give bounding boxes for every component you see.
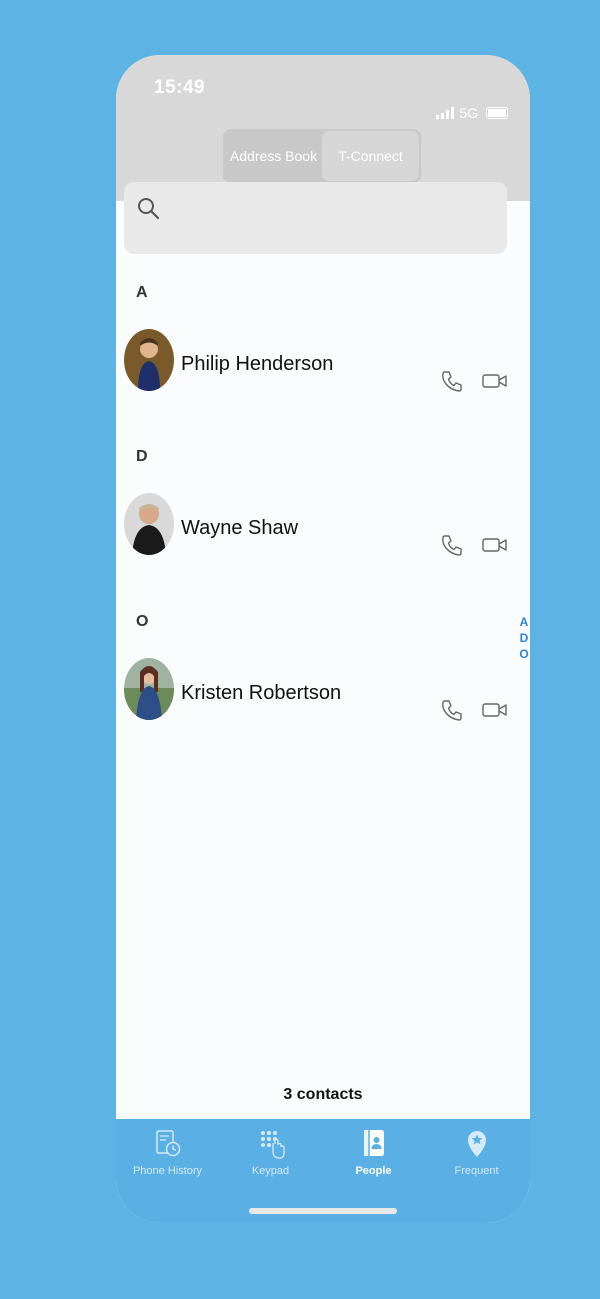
phone-call-icon[interactable] [440,369,464,393]
signal-icon [436,107,455,119]
avatar [124,658,174,720]
video-call-icon[interactable] [482,535,508,555]
phone-screen: 15:49 5G Address Book T-Connect A Philip… [116,55,530,1223]
battery-icon [486,107,508,119]
contacts-icon [363,1130,384,1156]
video-call-icon[interactable] [482,700,508,720]
tab-keypad[interactable]: Keypad [219,1127,322,1177]
network-label: 5G [459,105,478,121]
index-letter-o[interactable]: O [519,646,528,662]
contact-row[interactable]: Wayne Shaw [124,493,524,559]
index-letter-d[interactable]: D [520,630,529,646]
avatar [124,493,174,555]
segment-address-book[interactable]: Address Book [225,131,322,181]
contact-name: Philip Henderson [181,353,334,375]
section-header-a: A [136,284,148,301]
home-indicator [249,1208,397,1214]
contact-row[interactable]: Philip Henderson [124,329,524,395]
top-bar: 15:49 5G Address Book T-Connect [116,55,530,201]
history-icon [155,1130,180,1157]
segment-t-connect[interactable]: T-Connect [322,131,419,181]
contact-name: Kristen Robertson [181,682,342,704]
section-header-d: D [136,448,148,465]
section-index[interactable]: A D O [518,614,530,662]
search-icon [138,198,160,220]
tab-label: Keypad [251,1165,290,1177]
phone-call-icon[interactable] [440,533,464,557]
video-call-icon[interactable] [482,371,508,391]
keypad-icon [260,1131,285,1159]
section-header-o: O [136,613,149,630]
index-letter-a[interactable]: A [520,614,529,630]
tab-frequent[interactable]: Frequent [425,1127,528,1177]
tab-label: People [355,1165,392,1177]
star-pin-icon [467,1131,486,1157]
tab-phone-history[interactable]: Phone History [116,1127,219,1177]
contact-name: Wayne Shaw [181,517,299,539]
tab-people[interactable]: People [322,1127,425,1177]
search-input[interactable] [124,182,507,254]
phone-call-icon[interactable] [440,698,464,722]
status-indicators: 5G [436,105,508,121]
avatar [124,329,174,391]
status-time: 15:49 [154,77,206,98]
tab-label: Phone History [132,1165,203,1177]
contacts-count: 3 contacts [283,1086,363,1103]
source-segmented-control: Address Book T-Connect [223,129,421,183]
tab-bar: Phone History Keypad People Frequent [116,1119,530,1223]
contact-row[interactable]: Kristen Robertson [124,658,524,724]
tab-label: Frequent [454,1165,499,1177]
